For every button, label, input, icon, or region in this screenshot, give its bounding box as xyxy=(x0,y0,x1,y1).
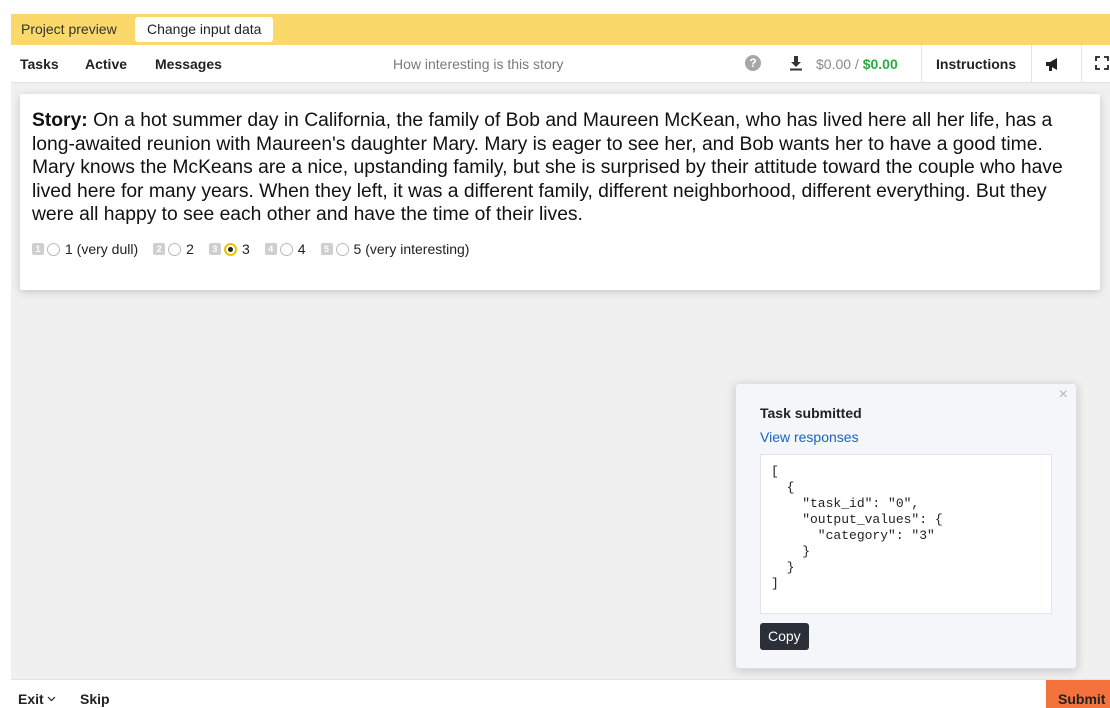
story-text: Story: On a hot summer day in California… xyxy=(32,109,1088,227)
hotkey-badge: 4 xyxy=(264,243,277,255)
json-output: [ { "task_id": "0", "output_values": { "… xyxy=(760,454,1052,614)
top-nav: Tasks Active Messages How interesting is… xyxy=(11,45,1110,83)
story-body: On a hot summer day in California, the f… xyxy=(32,110,1063,225)
app: Project preview Change input data Tasks … xyxy=(11,14,1110,708)
nav-messages[interactable]: Messages xyxy=(155,56,222,72)
copy-button[interactable]: Copy xyxy=(760,623,809,650)
rating-option-4[interactable]: 4 4 xyxy=(264,241,306,257)
story-card: Story: On a hot summer day in California… xyxy=(20,94,1100,290)
bottom-bar: Exit Skip Submit xyxy=(11,679,1110,708)
divider xyxy=(1031,45,1032,82)
instructions-button[interactable]: Instructions xyxy=(936,56,1016,72)
nav-tasks[interactable]: Tasks xyxy=(20,56,59,72)
story-label: Story: xyxy=(32,110,88,131)
question-icon[interactable]: ? xyxy=(745,55,761,71)
radio-button-selected[interactable] xyxy=(223,242,237,256)
radio-button[interactable] xyxy=(279,242,293,256)
hotkey-badge: 1 xyxy=(32,243,44,255)
hotkey-badge: 2 xyxy=(153,243,166,255)
skip-button[interactable]: Skip xyxy=(80,691,110,707)
task-title: How interesting is this story xyxy=(393,56,564,72)
rating-option-label: 3 xyxy=(241,241,250,257)
exit-button[interactable]: Exit xyxy=(18,691,56,707)
preview-bar: Project preview Change input data xyxy=(11,14,1110,45)
balance-amount: $0.00 / xyxy=(816,56,859,72)
rating-options: 1 1 (very dull) 2 2 3 3 4 4 5 5 (very in… xyxy=(32,241,484,257)
rating-option-label: 1 (very dull) xyxy=(65,241,139,257)
hotkey-badge: 5 xyxy=(320,243,333,255)
rating-option-label: 4 xyxy=(297,241,306,257)
rating-option-label: 5 (very interesting) xyxy=(353,241,470,257)
rating-option-5[interactable]: 5 5 (very interesting) xyxy=(320,241,470,257)
hotkey-badge: 3 xyxy=(208,243,221,255)
view-responses-link[interactable]: View responses xyxy=(760,429,859,445)
divider xyxy=(921,45,922,82)
balance-earned: $0.00 xyxy=(862,56,898,72)
download-icon[interactable] xyxy=(790,55,802,71)
popup-title: Task submitted xyxy=(760,405,862,421)
divider xyxy=(1081,45,1082,82)
chevron-down-icon xyxy=(47,696,56,702)
rating-option-3[interactable]: 3 3 xyxy=(208,241,250,257)
task-submitted-popup: × Task submitted View responses [ { "tas… xyxy=(735,383,1077,669)
fullscreen-icon[interactable] xyxy=(1095,56,1109,70)
rating-option-label: 2 xyxy=(186,241,194,257)
rating-option-1[interactable]: 1 1 (very dull) xyxy=(32,241,138,257)
balance: $0.00 / $0.00 xyxy=(816,56,898,72)
close-icon[interactable]: × xyxy=(1059,386,1068,404)
radio-button[interactable] xyxy=(168,242,182,256)
rating-option-2[interactable]: 2 2 xyxy=(153,241,194,257)
radio-button[interactable] xyxy=(335,242,349,256)
submit-button[interactable]: Submit xyxy=(1046,680,1110,708)
nav-active[interactable]: Active xyxy=(85,56,127,72)
megaphone-icon[interactable] xyxy=(1045,56,1063,72)
project-preview-label: Project preview xyxy=(21,21,117,37)
radio-button[interactable] xyxy=(47,242,60,256)
exit-label: Exit xyxy=(18,691,44,707)
change-input-data-button[interactable]: Change input data xyxy=(135,17,274,42)
